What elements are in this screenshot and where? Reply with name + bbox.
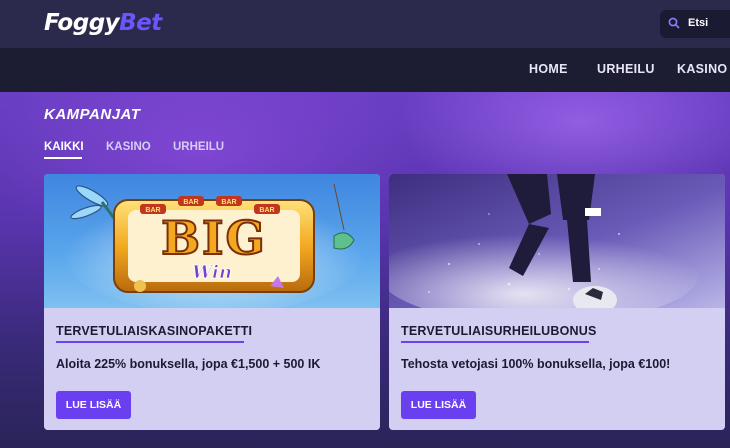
read-more-button[interactable]: LUE LISÄÄ <box>56 391 131 419</box>
reel-label: BAR <box>145 207 160 214</box>
nav-kasino[interactable]: KASINO <box>677 62 727 76</box>
card-body: TERVETULIAISKASINOPAKETTI Aloita 225% bo… <box>44 308 380 430</box>
card-body: TERVETULIAISURHEILUBONUS Tehosta vetojas… <box>389 308 725 430</box>
title-underline <box>56 341 244 343</box>
tab-kasino[interactable]: KASINO <box>106 141 151 153</box>
logo-text-bet: Bet <box>119 10 162 36</box>
search-icon <box>668 17 680 29</box>
title-underline <box>401 341 589 343</box>
reel-label: BAR <box>221 199 236 206</box>
read-more-button[interactable]: LUE LISÄÄ <box>401 391 476 419</box>
card-title: TERVETULIAISKASINOPAKETTI <box>56 324 253 338</box>
win-text: Win <box>192 262 232 283</box>
main-nav: HOME URHEILU KASINO <box>0 48 730 92</box>
page-title: KAMPANJAT <box>44 106 141 123</box>
nav-home[interactable]: HOME <box>529 62 568 76</box>
promo-card-sports[interactable]: TERVETULIAISURHEILUBONUS Tehosta vetojas… <box>389 174 725 430</box>
logo-text-foggy: Foggy <box>44 10 120 36</box>
search-input[interactable]: Etsi <box>660 10 730 38</box>
logo[interactable]: FoggyBet <box>44 10 162 36</box>
card-description: Tehosta vetojasi 100% bonuksella, jopa €… <box>401 357 671 371</box>
card-title: TERVETULIAISURHEILUBONUS <box>401 324 597 338</box>
top-bar: FoggyBet Etsi <box>0 0 730 48</box>
promo-card-casino[interactable]: BAR BAR BAR BAR BIG Win TERVETULIAISKASI… <box>44 174 380 430</box>
reel-label: BAR <box>183 199 198 206</box>
card-description: Aloita 225% bonuksella, jopa €1,500 + 50… <box>56 357 321 371</box>
active-tab-indicator <box>44 157 82 159</box>
big-win-text: BIG <box>161 211 267 265</box>
casino-promo-image: BAR BAR BAR BAR BIG Win <box>44 174 380 308</box>
sports-promo-image <box>389 174 725 308</box>
nav-urheilu[interactable]: URHEILU <box>597 62 655 76</box>
search-placeholder: Etsi <box>688 17 709 29</box>
tab-urheilu[interactable]: URHEILU <box>173 141 224 153</box>
tab-kaikki[interactable]: KAIKKI <box>44 141 84 153</box>
